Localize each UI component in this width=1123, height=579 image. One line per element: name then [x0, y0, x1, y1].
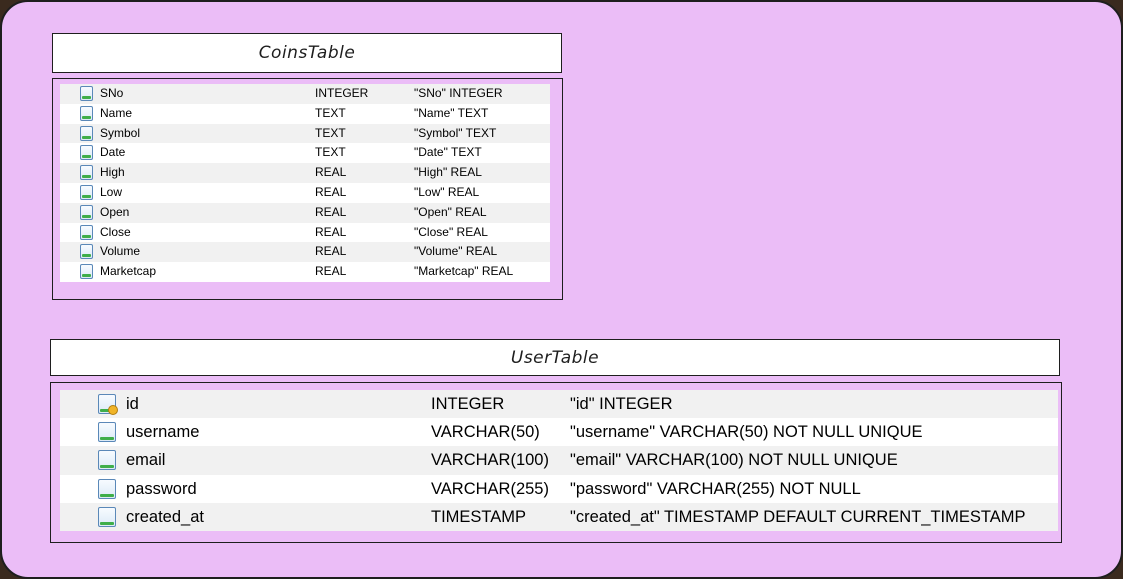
column-type: REAL — [315, 244, 347, 259]
column-definition: "Volume" REAL — [414, 244, 498, 259]
coins-table-title[interactable]: CoinsTable — [52, 33, 562, 73]
schema-row: Volume REAL "Volume" REAL — [60, 242, 550, 263]
column-definition: "password" VARCHAR(255) NOT NULL — [570, 479, 861, 498]
column-type: REAL — [315, 264, 347, 279]
column-icon — [80, 165, 93, 181]
column-icon — [80, 185, 93, 200]
column-name: Name — [100, 105, 133, 120]
column-name: Volume — [100, 244, 141, 259]
column-icon — [80, 264, 93, 280]
column-name: Marketcap — [100, 264, 157, 279]
column-icon — [80, 204, 93, 220]
schema-row: High REAL "High" REAL — [60, 163, 550, 183]
user-table-schema: id INTEGER "id" INTEGER username VARCHAR(50)… — [60, 390, 1058, 531]
schema-row: Close REAL "Close" REAL — [60, 223, 550, 243]
column-name: Open — [100, 204, 130, 219]
column-name: Close — [100, 224, 131, 239]
column-definition: "Marketcap" REAL — [414, 264, 514, 279]
column-type: REAL — [315, 204, 347, 219]
column-icon — [98, 506, 116, 527]
schema-row: Marketcap REAL "Marketcap" REAL — [60, 262, 550, 282]
column-definition: "High" REAL — [414, 165, 482, 180]
column-type: TEXT — [315, 145, 346, 160]
column-name: email — [126, 451, 166, 470]
column-type: VARCHAR(50) — [431, 423, 540, 442]
column-name: Date — [100, 145, 126, 160]
column-type: TIMESTAMP — [431, 507, 527, 526]
column-definition: "id" INTEGER — [570, 395, 673, 413]
column-name: created_at — [126, 507, 204, 526]
column-name: id — [126, 395, 139, 413]
column-icon — [80, 125, 93, 141]
schema-row: Symbol TEXT "Symbol" TEXT — [60, 123, 550, 144]
column-definition: "Close" REAL — [414, 224, 488, 239]
schema-row: Date TEXT "Date" TEXT — [60, 143, 550, 163]
schema-row: id INTEGER "id" INTEGER — [60, 390, 1058, 419]
diagram-canvas: CoinsTable SNo INTEGER "SNo" INTEGER Name TE… — [0, 0, 1123, 579]
column-type: TEXT — [315, 105, 346, 120]
column-type: TEXT — [315, 125, 346, 140]
column-name: SNo — [100, 86, 124, 100]
column-definition: "Date" TEXT — [414, 145, 482, 160]
schema-row: password VARCHAR(255) "password" VARCHAR(2… — [60, 475, 1058, 503]
primary-key-icon — [98, 394, 118, 415]
column-icon — [80, 105, 93, 121]
column-definition: "email" VARCHAR(100) NOT NULL UNIQUE — [570, 451, 898, 470]
column-type: VARCHAR(100) — [431, 451, 549, 470]
column-icon — [80, 145, 93, 161]
column-name: Symbol — [100, 125, 141, 140]
column-icon — [80, 244, 93, 260]
column-definition: "created_at" TIMESTAMP DEFAULT CURRENT_T… — [570, 507, 1026, 526]
column-icon — [98, 478, 116, 499]
column-type: INTEGER — [431, 395, 505, 413]
coins-table-schema: SNo INTEGER "SNo" INTEGER Name TEXT "Name" TE… — [60, 84, 550, 282]
schema-row: email VARCHAR(100) "email" VARCHAR(100) NO… — [60, 446, 1058, 475]
column-name: password — [126, 479, 197, 498]
column-definition: "SNo" INTEGER — [414, 86, 503, 100]
schema-row: username VARCHAR(50) "username" VARCHAR(50… — [60, 418, 1058, 446]
user-table-title[interactable]: UserTable — [50, 339, 1060, 376]
coins-table-title-text: CoinsTable — [258, 43, 356, 63]
schema-row: Low REAL "Low" REAL — [60, 183, 550, 203]
column-type: VARCHAR(255) — [431, 479, 549, 498]
column-name: username — [126, 423, 200, 442]
column-icon — [98, 450, 116, 471]
column-type: REAL — [315, 185, 347, 199]
schema-row: created_at TIMESTAMP "created_at" TIMESTAM… — [60, 502, 1058, 531]
column-definition: "Name" TEXT — [414, 105, 489, 120]
column-definition: "Low" REAL — [414, 185, 480, 199]
column-definition: "Symbol" TEXT — [414, 125, 497, 140]
schema-row: Open REAL "Open" REAL — [60, 202, 550, 223]
column-icon — [80, 86, 93, 101]
column-icon — [80, 224, 93, 240]
column-icon — [98, 422, 116, 443]
user-table-title-text: UserTable — [510, 347, 600, 368]
column-type: INTEGER — [315, 86, 369, 100]
schema-row: Name TEXT "Name" TEXT — [60, 104, 550, 124]
column-name: High — [100, 165, 125, 180]
column-definition: "Open" REAL — [414, 204, 487, 219]
column-type: REAL — [315, 224, 347, 239]
column-name: Low — [100, 185, 123, 199]
column-type: REAL — [315, 165, 347, 180]
schema-row: SNo INTEGER "SNo" INTEGER — [60, 84, 550, 104]
column-definition: "username" VARCHAR(50) NOT NULL UNIQUE — [570, 423, 923, 442]
